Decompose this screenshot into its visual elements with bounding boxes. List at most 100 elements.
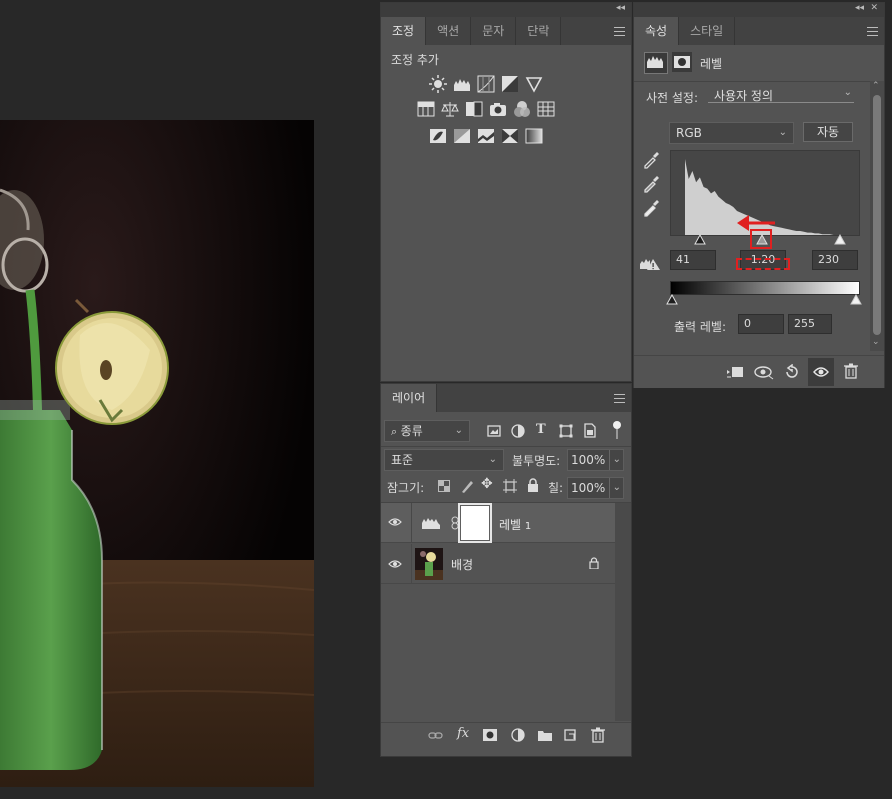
layer-name[interactable]: 배경 [451,556,473,573]
tab-layers[interactable]: 레이어 [381,384,438,412]
output-white-slider-handle[interactable] [850,293,862,308]
lock-artboard-icon[interactable] [503,479,517,493]
panel-collapse-bar[interactable]: ◂◂ [381,3,631,17]
color-lookup-icon[interactable] [537,100,555,118]
layer-name[interactable]: 레벨 1 [499,516,531,533]
gamma-highlight-box [750,229,772,249]
opacity-label: 불투명도: [512,454,561,468]
gradient-map-icon[interactable] [525,127,543,145]
scrollbar-thumb[interactable] [873,95,881,335]
exposure-icon[interactable] [501,75,519,93]
close-icon[interactable]: ✕ [870,3,878,13]
tab-adjustments[interactable]: 조정 [381,17,427,45]
trash-icon[interactable] [844,363,858,379]
levels-adjustment-button[interactable] [644,52,668,74]
input-black-slider-handle[interactable] [694,233,707,248]
lock-position-icon[interactable]: ✥ [481,476,493,492]
layer-row-levels[interactable]: 레벨 1 [381,503,615,543]
black-point-eyedropper-icon[interactable] [642,151,660,169]
toggle-visibility-button[interactable] [808,358,834,386]
new-group-icon[interactable] [537,729,553,741]
filter-adjustment-layer-icon[interactable] [511,424,525,438]
properties-scrollbar[interactable]: ⌃ ⌄ [870,81,884,351]
black-white-icon[interactable] [465,100,483,118]
link-layers-icon[interactable] [428,729,444,741]
layer-filter-dropdown[interactable]: ⌕ 종류 ⌄ [384,420,470,442]
tab-actions[interactable]: 액션 [426,17,472,45]
panel-menu-button[interactable] [607,17,631,45]
collapse-arrows-icon[interactable]: ◂◂ [855,3,864,13]
chevron-down-icon: ⌄ [454,425,463,436]
fill-field[interactable]: 100% ⌄ [567,477,624,499]
new-adjustment-layer-icon[interactable] [511,728,525,742]
preset-dropdown[interactable]: 사용자 정의 ⌄ [708,87,854,103]
collapse-arrows-icon[interactable]: ◂◂ [616,3,625,13]
tab-properties[interactable]: 속성 [634,17,680,45]
link-icon[interactable] [451,516,459,530]
view-previous-state-icon[interactable] [754,364,774,380]
new-layer-icon[interactable] [563,728,577,742]
divider [411,544,412,584]
clip-to-layer-icon[interactable] [726,364,744,380]
eye-icon[interactable] [388,559,402,569]
posterize-icon[interactable] [453,127,471,145]
threshold-icon[interactable] [477,127,495,145]
levels-icon[interactable] [453,75,471,93]
channel-mixer-icon[interactable] [513,100,531,118]
gray-point-eyedropper-icon[interactable] [642,175,660,193]
brightness-contrast-icon[interactable] [429,75,447,93]
filter-type-layer-icon[interactable]: T [536,422,546,437]
invert-icon[interactable] [429,127,447,145]
tab-paragraph[interactable]: 단락 [516,17,562,45]
delete-layer-icon[interactable] [591,727,605,743]
add-mask-icon[interactable] [483,729,497,741]
panel-menu-button[interactable] [607,384,631,412]
curves-icon[interactable] [477,75,495,93]
levels-icon [422,518,440,529]
scroll-up-icon[interactable]: ⌃ [872,81,880,91]
selective-color-icon[interactable] [501,127,519,145]
fill-value: 100% [571,481,606,495]
eye-icon[interactable] [388,517,402,527]
lock-all-icon[interactable] [527,478,539,492]
lock-icon[interactable] [589,557,599,569]
reset-icon[interactable] [784,364,800,380]
mask-button[interactable] [672,52,692,72]
input-white-field[interactable]: 230 [812,250,858,270]
output-black-slider-handle[interactable] [666,293,678,308]
blend-mode-dropdown[interactable]: 표준 ⌄ [384,449,504,471]
output-white-field[interactable]: 255 [788,314,832,334]
filter-pixel-layer-icon[interactable] [487,424,501,438]
auto-button[interactable]: 자동 [803,122,853,142]
layer-row-background[interactable]: 배경 [381,544,615,584]
white-point-eyedropper-icon[interactable] [642,199,660,217]
filter-smart-object-icon[interactable] [584,423,596,438]
layers-tabbar: 레이어 [381,384,631,412]
hue-saturation-icon[interactable] [417,100,435,118]
channel-dropdown[interactable]: RGB ⌄ [669,122,794,144]
divider [411,503,412,543]
lock-transparent-pixels-icon[interactable] [438,480,450,492]
tab-character[interactable]: 문자 [471,17,517,45]
layer-thumbnail[interactable] [415,548,443,580]
photo-filter-icon[interactable] [489,100,507,118]
filter-shape-layer-icon[interactable] [559,424,573,438]
panel-menu-button[interactable] [860,17,884,45]
tab-styles[interactable]: 스타일 [679,17,736,45]
output-black-field[interactable]: 0 [738,314,784,334]
fx-icon[interactable]: fx [457,726,469,741]
layer-mask-thumbnail[interactable] [458,503,492,543]
panel-collapse-bar[interactable]: ◂◂ ✕ [634,3,884,17]
input-black-field[interactable]: 41 [670,250,716,270]
filter-toggle-switch[interactable] [613,421,621,439]
lock-image-pixels-icon[interactable] [460,479,474,493]
scroll-down-icon[interactable]: ⌄ [872,337,880,347]
layers-scrollbar[interactable] [615,503,631,721]
color-balance-icon[interactable] [441,100,459,118]
vibrance-icon[interactable] [525,75,543,93]
output-levels-label: 출력 레벨: [674,320,727,334]
opacity-field[interactable]: 100% ⌄ [567,449,624,471]
input-white-slider-handle[interactable] [833,233,846,248]
gamma-field-highlight [736,258,790,270]
eye-icon [813,367,829,377]
